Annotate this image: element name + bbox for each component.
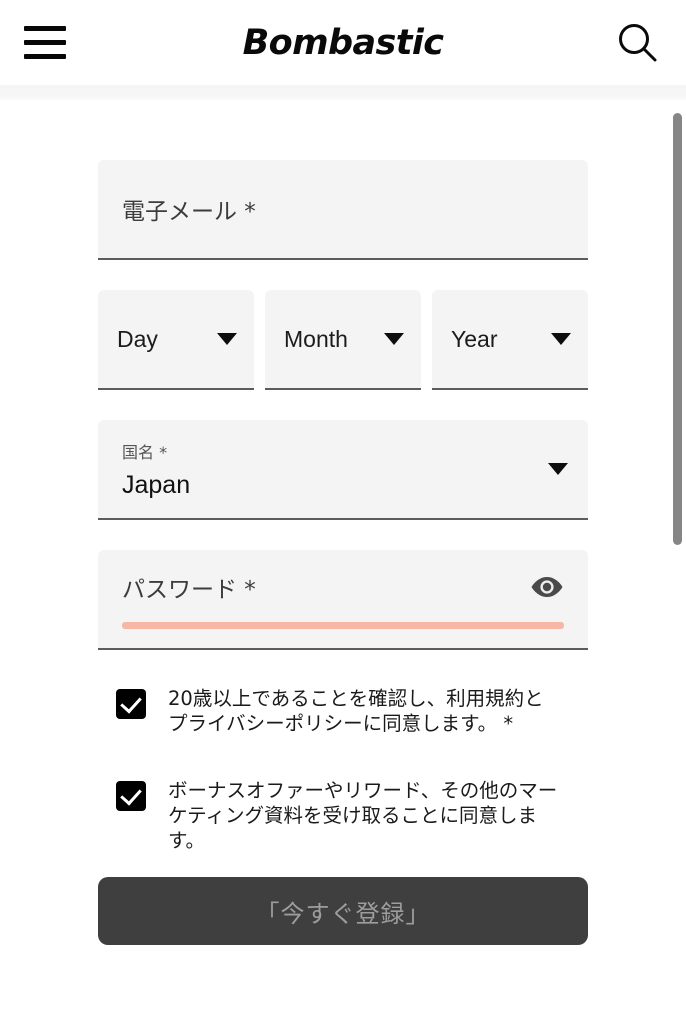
- hamburger-menu-icon[interactable]: [22, 20, 68, 66]
- birthdate-row: Day Month Year: [98, 290, 588, 390]
- country-select-content: 国名 * Japan: [122, 439, 190, 500]
- menu-bar-3: [24, 54, 66, 59]
- month-select-value: Month: [284, 325, 348, 352]
- menu-bar-2: [24, 40, 66, 45]
- marketing-consent-checkbox[interactable]: [116, 781, 146, 811]
- page-scrollbar[interactable]: [673, 100, 683, 1024]
- app-header: Bombastic: [0, 0, 686, 85]
- year-select[interactable]: Year: [432, 290, 588, 390]
- chevron-down-icon: [217, 333, 237, 345]
- header-divider-strip: [0, 85, 686, 100]
- year-select-value: Year: [451, 325, 498, 352]
- chevron-down-icon: [551, 333, 571, 345]
- password-strength-bar: [122, 621, 564, 629]
- scrollbar-thumb[interactable]: [673, 113, 682, 545]
- marketing-consent-label: ボーナスオファーやリワード、その他のマーケティング資料を受け取ることに同意します…: [168, 779, 558, 852]
- app-screen: Bombastic 電子メール * Day Month Year 国名 * Ja…: [0, 0, 686, 1024]
- eye-icon-glyph: [531, 576, 563, 597]
- password-field[interactable]: パスワード *: [98, 550, 588, 650]
- registration-form: 電子メール * Day Month Year 国名 * Japan パスワード …: [0, 100, 686, 945]
- chevron-down-icon: [548, 463, 568, 475]
- country-select[interactable]: 国名 * Japan: [98, 420, 588, 520]
- eye-icon[interactable]: [530, 575, 564, 599]
- chevron-down-icon: [384, 333, 404, 345]
- age-consent-label: 20歳以上であることを確認し、利用規約とプライバシーポリシーに同意します。 *: [168, 687, 544, 735]
- email-field[interactable]: 電子メール *: [98, 160, 588, 260]
- day-select-value: Day: [117, 325, 158, 352]
- search-icon: [619, 23, 657, 61]
- register-now-button[interactable]: 「今すぐ登録」: [98, 877, 588, 945]
- country-value: Japan: [122, 470, 191, 499]
- brand-logo: Bombastic: [242, 22, 444, 63]
- consent-row-age[interactable]: 20歳以上であることを確認し、利用規約とプライバシーポリシーに同意します。 *: [98, 686, 588, 736]
- email-placeholder: 電子メール *: [122, 199, 256, 225]
- menu-bar-1: [24, 26, 66, 31]
- day-select[interactable]: Day: [98, 290, 254, 390]
- month-select[interactable]: Month: [265, 290, 421, 390]
- consent-row-marketing[interactable]: ボーナスオファーやリワード、その他のマーケティング資料を受け取ることに同意します…: [98, 778, 588, 853]
- search-button[interactable]: [612, 17, 664, 69]
- password-placeholder: パスワード *: [122, 576, 256, 603]
- age-consent-checkbox[interactable]: [116, 689, 146, 719]
- country-label: 国名 *: [122, 442, 168, 462]
- password-row: パスワード *: [122, 570, 564, 604]
